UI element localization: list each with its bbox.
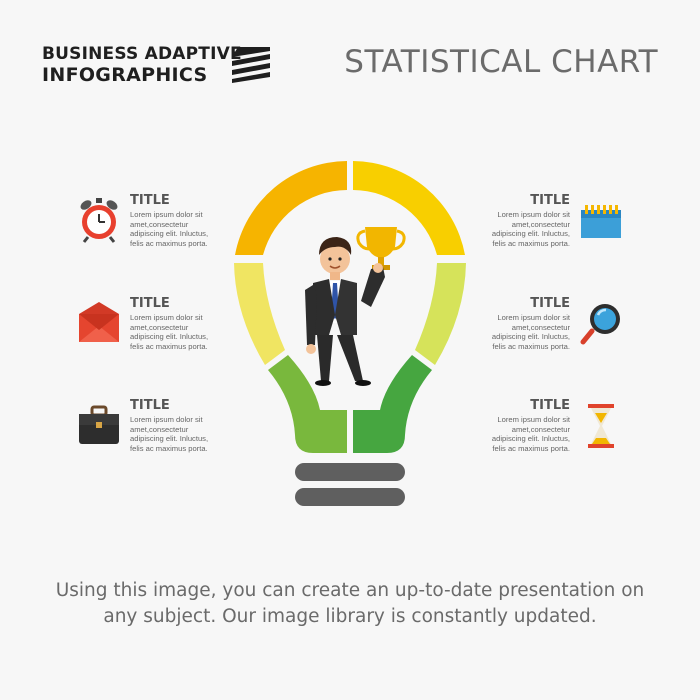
bulb-segment-mid-left: [234, 263, 285, 365]
bulb-segment-bottom-left: [268, 355, 347, 453]
item-title: TITLE: [530, 398, 570, 413]
brand-logo: BUSINESS ADAPTIVE INFOGRAPHICS: [42, 44, 242, 86]
brand-stripes-icon: [232, 47, 270, 83]
item-title: TITLE: [530, 296, 570, 311]
info-item-right-1: TITLE Lorem ipsum dolor sit amet,consect…: [480, 193, 570, 248]
brand-line2: INFOGRAPHICS: [42, 64, 208, 86]
item-text: Lorem ipsum dolor sit amet,consectetur a…: [130, 313, 209, 351]
bulb-segment-mid-right: [415, 263, 466, 365]
briefcase-icon: [79, 405, 119, 444]
info-item-right-3: TITLE Lorem ipsum dolor sit amet,consect…: [480, 398, 570, 453]
item-text: Lorem ipsum dolor sit amet,consectetur a…: [491, 210, 570, 248]
item-title: TITLE: [530, 193, 570, 208]
info-item-right-2: TITLE Lorem ipsum dolor sit amet,consect…: [480, 296, 570, 351]
lightbulb-diagram: [234, 161, 466, 506]
magnifier-icon: [580, 304, 620, 345]
envelope-icon: [79, 302, 119, 342]
item-text: Lorem ipsum dolor sit amet,consectetur a…: [130, 210, 209, 248]
caption-line-1: Using this image, you can create an up-t…: [55, 580, 645, 601]
bulb-base-bar-2: [295, 488, 405, 506]
calendar-icon: [581, 205, 621, 238]
bulb-base-bar-1: [295, 463, 405, 481]
brand-line1: BUSINESS ADAPTIVE: [42, 44, 242, 64]
caption-line-2: any subject. Our image library is consta…: [103, 606, 597, 627]
page-title: STATISTICAL CHART: [344, 44, 658, 80]
item-text: Lorem ipsum dolor sit amet,consectetur a…: [491, 313, 570, 351]
alarm-clock-icon: [80, 198, 118, 243]
businessman-trophy-icon: [305, 227, 406, 386]
bulb-segment-bottom-right: [353, 355, 432, 453]
item-text: Lorem ipsum dolor sit amet,consectetur a…: [491, 415, 570, 453]
hourglass-icon: [588, 404, 614, 448]
item-text: Lorem ipsum dolor sit amet,consectetur a…: [130, 415, 209, 453]
caption-text: Using this image, you can create an up-t…: [0, 578, 700, 630]
